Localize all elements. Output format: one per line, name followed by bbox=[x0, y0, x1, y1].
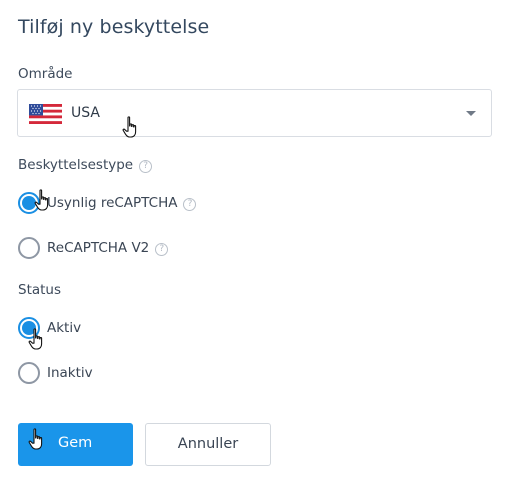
radio-button[interactable] bbox=[18, 237, 40, 259]
radio-option-label: ReCAPTCHA V2? bbox=[47, 240, 169, 256]
radio-button-checked[interactable] bbox=[18, 317, 40, 339]
cancel-button[interactable]: Annuller bbox=[145, 423, 271, 466]
radio-option-label: Usynlig reCAPTCHA? bbox=[47, 195, 197, 211]
radio-button-checked[interactable] bbox=[18, 192, 40, 214]
protection-type-label-text: Beskyttelsestype bbox=[18, 157, 134, 173]
region-label: Område bbox=[18, 66, 73, 82]
save-button[interactable]: Gem bbox=[18, 423, 133, 466]
status-label: Status bbox=[18, 282, 62, 298]
save-button-label: Gem bbox=[58, 435, 93, 451]
help-icon[interactable]: ? bbox=[183, 198, 197, 211]
protection-type-label: Beskyttelsestype? bbox=[18, 157, 153, 173]
region-select-value: USA bbox=[71, 105, 100, 121]
help-icon[interactable]: ? bbox=[139, 160, 153, 173]
chevron-down-icon[interactable] bbox=[466, 111, 476, 116]
dialog-title: Tilføj ny beskyttelse bbox=[18, 16, 210, 38]
radio-option-text: Usynlig reCAPTCHA bbox=[47, 195, 178, 211]
radio-button[interactable] bbox=[18, 362, 40, 384]
region-select[interactable]: USA bbox=[17, 89, 492, 137]
us-flag-icon bbox=[29, 104, 62, 124]
help-icon[interactable]: ? bbox=[155, 243, 169, 256]
radio-option-label: Inaktiv bbox=[47, 365, 93, 381]
radio-option-text: ReCAPTCHA V2 bbox=[47, 240, 150, 256]
radio-option-label: Aktiv bbox=[47, 320, 82, 336]
